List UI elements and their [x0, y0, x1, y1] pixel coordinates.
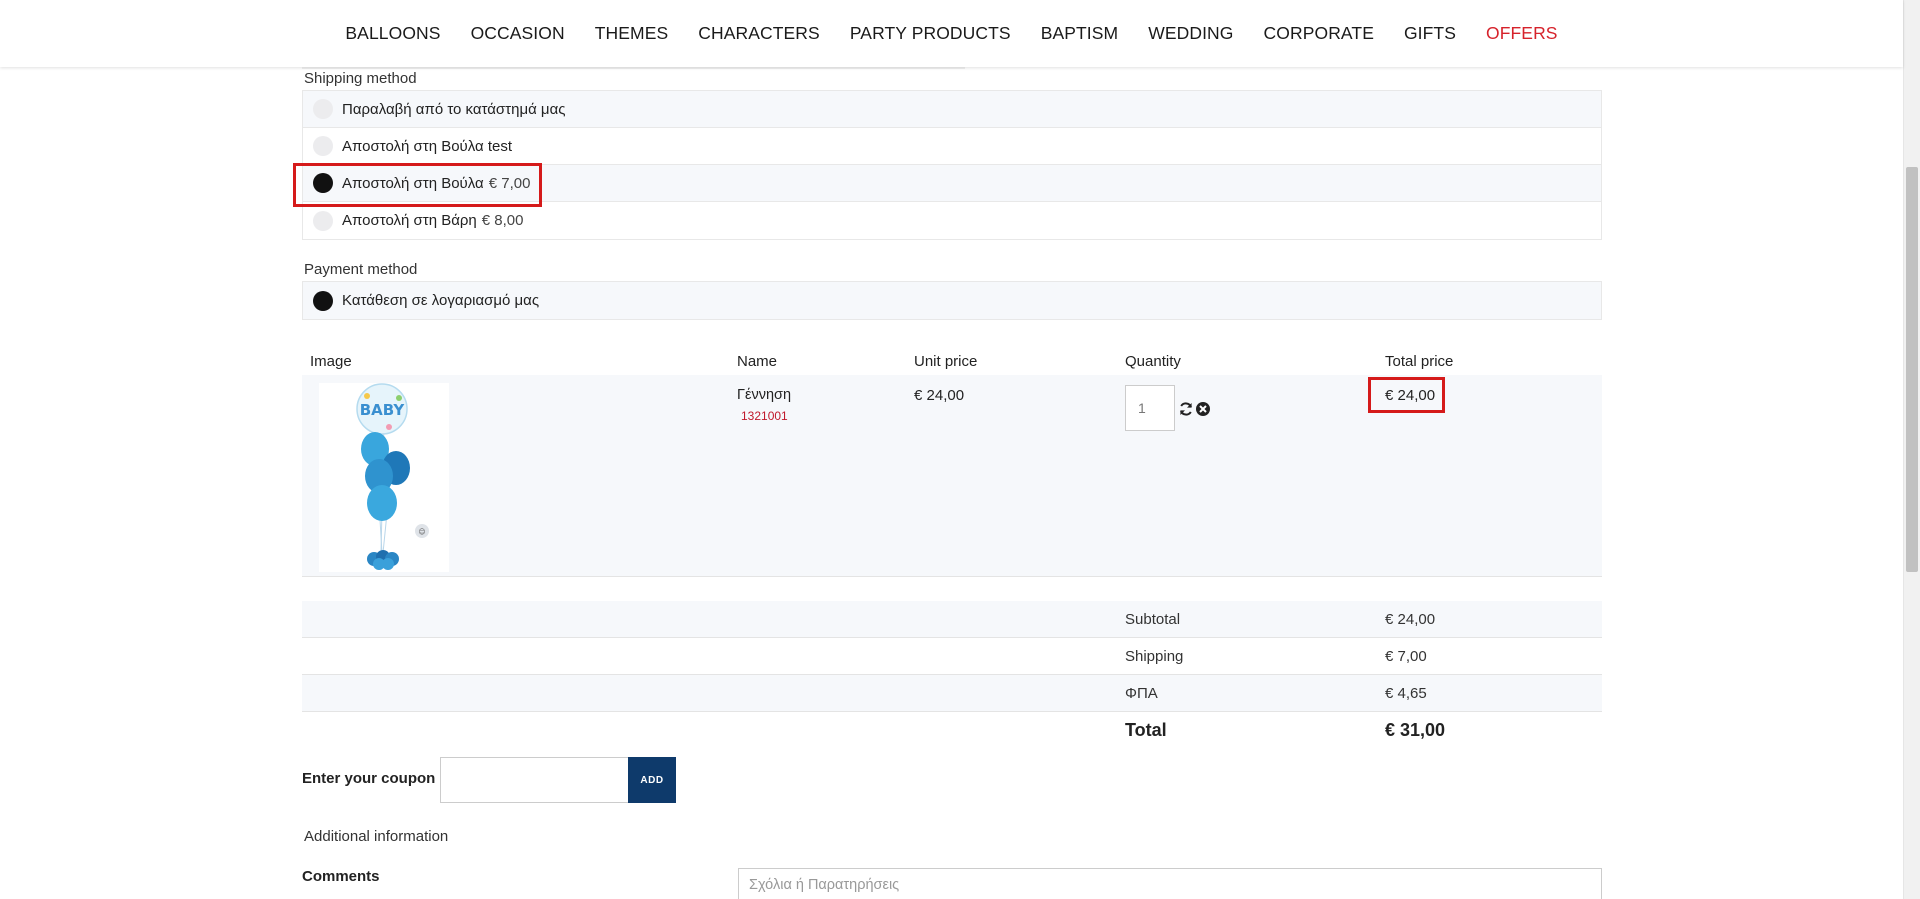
svg-text:☺: ☺	[418, 528, 425, 536]
coupon-label: Enter your coupon	[302, 770, 436, 787]
remove-circle-icon[interactable]	[1195, 401, 1211, 417]
nav-item-corporate[interactable]: CORPORATE	[1249, 23, 1389, 44]
column-header-total-price: Total price	[1385, 353, 1454, 370]
total-price-value: € 24,00	[1385, 387, 1436, 404]
add-coupon-button[interactable]: ADD	[628, 757, 676, 803]
vat-value: € 4,65	[1385, 684, 1427, 702]
page-scrollbar[interactable]	[1903, 0, 1920, 899]
radio-checked-icon[interactable]	[313, 290, 333, 311]
radio-icon[interactable]	[313, 136, 333, 156]
nav-item-gifts[interactable]: GIFTS	[1389, 23, 1471, 44]
baby-balloon-bouquet-image[interactable]: BABY ☺	[319, 383, 449, 572]
nav-item-balloons[interactable]: BALLOONS	[330, 23, 455, 44]
unit-price-value: € 24,00	[914, 387, 965, 404]
radio-icon[interactable]	[313, 210, 333, 231]
shipping-option-label: Αποστολή στη Βούλα test	[342, 137, 513, 155]
column-header-unit-price: Unit price	[914, 353, 978, 370]
payment-method-title: Payment method	[304, 261, 418, 278]
nav-item-characters[interactable]: CHARACTERS	[683, 23, 835, 44]
nav-item-baptism[interactable]: BAPTISM	[1026, 23, 1134, 44]
comments-label: Comments	[302, 868, 380, 885]
shipping-option-label: Παραλαβή από το κατάστημά μας	[342, 100, 566, 118]
product-info: Γέννηση 1321001	[737, 387, 791, 423]
quantity-input[interactable]: 1	[1125, 385, 1175, 431]
subtotal-value: € 24,00	[1385, 610, 1436, 628]
nav-item-occasion[interactable]: OCCASION	[456, 23, 580, 44]
summary-subtotal-row: Subtotal € 24,00	[302, 601, 1602, 638]
shipping-option-voula[interactable]: Αποστολή στη Βούλα € 7,00	[303, 165, 1601, 202]
nav-item-themes[interactable]: THEMES	[580, 23, 684, 44]
shipping-label: Shipping	[1125, 647, 1184, 665]
shipping-option-price: € 8,00	[481, 212, 524, 229]
main-menu: BALLOONS OCCASION THEMES CHARACTERS PART…	[330, 23, 1572, 44]
vat-label: ΦΠΑ	[1125, 684, 1158, 702]
product-name[interactable]: Γέννηση	[737, 387, 791, 403]
quantity-value: 1	[1138, 400, 1146, 416]
shipping-method-title: Shipping method	[304, 70, 417, 87]
shipping-option-vari[interactable]: Αποστολή στη Βάρη € 8,00	[303, 202, 1601, 239]
column-header-quantity: Quantity	[1125, 353, 1181, 370]
shipping-option-label: Αποστολή στη Βάρη	[342, 212, 477, 229]
coupon-input[interactable]	[440, 757, 630, 803]
scrollbar-thumb[interactable]	[1906, 167, 1918, 572]
radio-checked-icon[interactable]	[313, 173, 333, 193]
shipping-option-voula-test[interactable]: Αποστολή στη Βούλα test	[303, 128, 1601, 165]
refresh-icon[interactable]	[1178, 401, 1194, 417]
additional-information-title: Additional information	[304, 828, 449, 845]
shipping-value: € 7,00	[1385, 647, 1427, 665]
shipping-option-store-pickup[interactable]: Παραλαβή από το κατάστημά μας	[303, 91, 1601, 128]
total-label: Total	[1125, 720, 1167, 740]
divider	[302, 67, 965, 69]
summary-shipping-row: Shipping € 7,00	[302, 638, 1602, 675]
payment-option-bank-deposit[interactable]: Κατάθεση σε λογαριασμό μας	[303, 282, 1601, 319]
column-header-image: Image	[310, 353, 352, 370]
payment-method-list: Κατάθεση σε λογαριασμό μας	[302, 281, 1602, 320]
comments-textarea[interactable]	[738, 868, 1602, 899]
shipping-option-label: Αποστολή στη Βούλα	[342, 174, 484, 192]
subtotal-label: Subtotal	[1125, 610, 1181, 628]
shipping-option-price: € 7,00	[488, 174, 531, 192]
payment-option-label: Κατάθεση σε λογαριασμό μας	[342, 292, 540, 309]
radio-icon[interactable]	[313, 99, 333, 119]
table-row: BABY ☺ Γέννηση 1321001 € 24,00 1 € 24,00	[302, 375, 1602, 577]
column-header-name: Name	[737, 353, 778, 370]
svg-text:BABY: BABY	[360, 401, 406, 419]
shipping-method-list: Παραλαβή από το κατάστημά μας Αποστολή σ…	[302, 90, 1602, 240]
total-value: € 31,00	[1385, 720, 1446, 740]
nav-item-party-products[interactable]: PARTY PRODUCTS	[835, 23, 1026, 44]
nav-item-wedding[interactable]: WEDDING	[1133, 23, 1248, 44]
summary-total-row: Total € 31,00	[302, 712, 1602, 749]
summary-vat-row: ΦΠΑ € 4,65	[302, 675, 1602, 712]
top-navigation: BALLOONS OCCASION THEMES CHARACTERS PART…	[0, 0, 1903, 67]
nav-item-offers[interactable]: OFFERS	[1471, 23, 1573, 44]
product-sku: 1321001	[741, 409, 788, 423]
